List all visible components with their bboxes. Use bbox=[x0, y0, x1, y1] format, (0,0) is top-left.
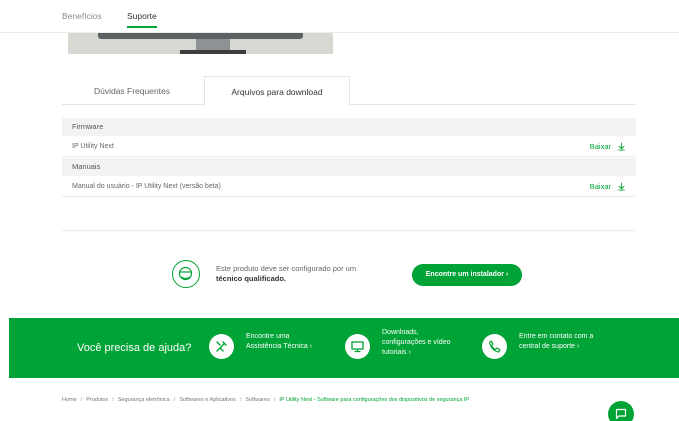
file-name: IP Utility Next bbox=[72, 143, 114, 150]
download-link[interactable]: Baixar bbox=[590, 142, 626, 151]
tab-beneficios[interactable]: Benefícios bbox=[62, 11, 102, 21]
help-item-line: Assistência Técnica › bbox=[246, 343, 313, 350]
help-item-line: tutoriais › bbox=[382, 349, 411, 356]
help-band: Você precisa de ajuda? Encontre uma Assis… bbox=[9, 318, 679, 378]
breadcrumb-current: IP Utility Next - Software para configur… bbox=[279, 397, 470, 403]
phone-icon bbox=[482, 334, 507, 359]
help-item-line: central de suporte › bbox=[519, 343, 580, 350]
installer-text-prefix: Este produto deve ser configurado por um bbox=[216, 264, 357, 273]
breadcrumb: Home / Produtos / Segurança eletrônica / Softw… bbox=[62, 397, 469, 403]
download-label: Baixar bbox=[589, 142, 611, 151]
download-icon bbox=[618, 182, 625, 191]
installer-text: Este produto deve ser configurado por um… bbox=[216, 264, 396, 284]
breadcrumb-separator: / bbox=[80, 397, 83, 403]
breadcrumb-home[interactable]: Home bbox=[62, 397, 77, 403]
breadcrumb-separator: / bbox=[112, 397, 114, 403]
chat-icon bbox=[615, 408, 627, 420]
tab-duvidas-frequentes[interactable]: Dúvidas Frequentes bbox=[62, 76, 202, 105]
file-row: Manual do usuário - IP Utility Next (ver… bbox=[62, 177, 636, 197]
download-icon bbox=[618, 142, 625, 151]
chat-button[interactable] bbox=[608, 401, 634, 421]
breadcrumb-separator: / bbox=[273, 397, 276, 403]
group-header-manuais: Manuais bbox=[62, 158, 636, 176]
help-item-line: configurações e vídeo bbox=[382, 339, 451, 346]
download-link[interactable]: Baixar bbox=[590, 182, 626, 191]
tab-suporte[interactable]: Suporte bbox=[127, 11, 157, 28]
breadcrumb-softwares-aplicativos[interactable]: Softwares e Aplicativos bbox=[179, 397, 236, 403]
monitor-icon bbox=[345, 334, 370, 359]
support-tabs: Dúvidas Frequentes Arquivos para downloa… bbox=[62, 76, 636, 106]
top-nav: Benefícios Suporte bbox=[0, 0, 679, 33]
breadcrumb-softwares[interactable]: Softwares bbox=[245, 397, 269, 403]
tab-arquivos-download[interactable]: Arquivos para download bbox=[204, 76, 350, 106]
download-label: Baixar bbox=[589, 182, 611, 191]
file-row: IP Utility Next Baixar bbox=[62, 137, 636, 157]
section-divider bbox=[62, 230, 636, 231]
group-header-firmware: Firmware bbox=[62, 118, 636, 136]
product-image bbox=[68, 33, 333, 54]
breadcrumb-separator: / bbox=[239, 397, 242, 403]
help-item-line: Encontre uma bbox=[246, 333, 290, 340]
breadcrumb-seguranca[interactable]: Segurança eletrônica bbox=[118, 397, 170, 403]
file-name: Manual do usuário - IP Utility Next (ver… bbox=[72, 183, 221, 190]
tools-icon bbox=[209, 334, 234, 359]
find-installer-button[interactable]: Encontre um instalador › bbox=[412, 264, 522, 286]
technician-icon bbox=[172, 260, 200, 288]
help-item-line: Entre em contato com a bbox=[519, 333, 594, 340]
help-title: Você precisa de ajuda? bbox=[77, 342, 192, 354]
installer-text-bold: técnico qualificado. bbox=[216, 274, 287, 283]
breadcrumb-separator: / bbox=[173, 397, 176, 403]
help-item-line: Downloads, bbox=[382, 329, 419, 336]
breadcrumb-produtos[interactable]: Produtos bbox=[86, 397, 108, 403]
